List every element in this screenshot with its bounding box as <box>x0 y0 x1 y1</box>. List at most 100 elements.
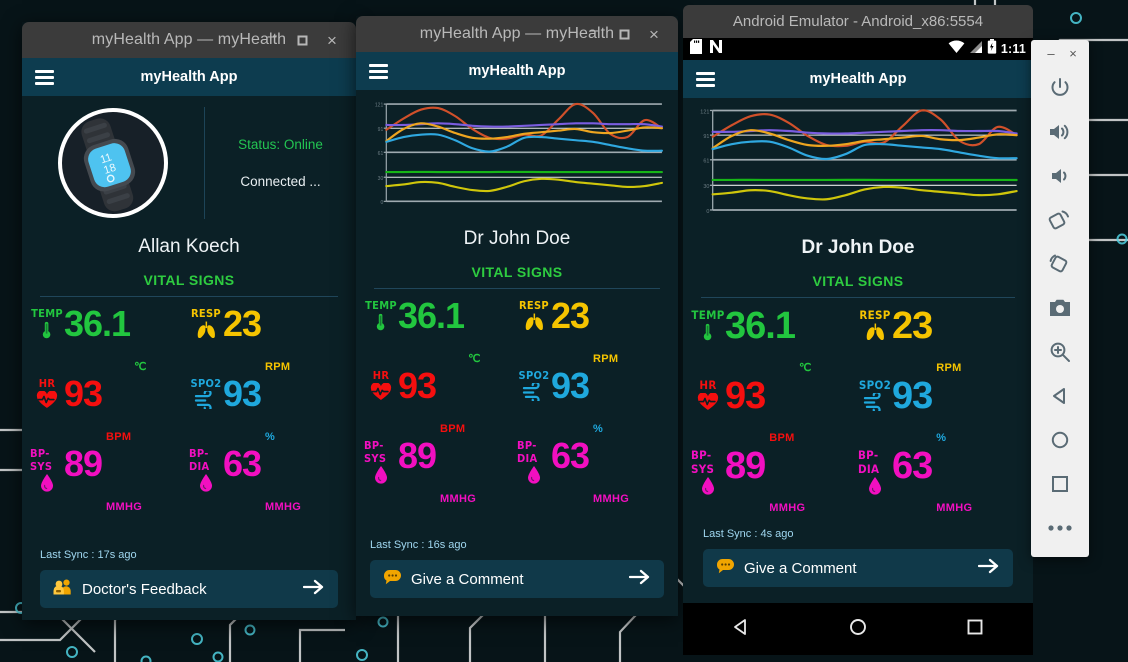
heartbeat-icon <box>697 392 719 416</box>
doctors-feedback-button[interactable]: Doctor's Feedback <box>40 570 338 608</box>
emulator-toolbar[interactable]: – × <box>1031 40 1089 557</box>
close-button[interactable]: × <box>318 27 346 53</box>
vital-unit: % <box>593 423 604 436</box>
vitals-heading: VITAL SIGNS <box>471 264 563 281</box>
vital-card-bp-dia: BP-DIA 63 MMHG <box>189 443 348 517</box>
back-triangle-icon[interactable] <box>731 617 751 642</box>
vital-card-spo2: SPO2 93 % <box>189 373 348 447</box>
hamburger-menu-icon[interactable] <box>369 63 388 79</box>
vitals-row: BP-SYS 89 MMHG BP-DIA 63 MMHG <box>364 438 670 509</box>
vital-card-hr: HR 93 BPM <box>364 368 517 439</box>
blood-drop-icon <box>868 476 882 500</box>
vitals-grid: TEMP 36.1 ℃ RESP 23 RPM HR 93 BPM SPO2 9… <box>356 289 678 509</box>
smartwatch-photo: 11 18 <box>58 108 168 218</box>
vital-label: HR <box>699 377 717 392</box>
vital-unit: ℃ <box>798 361 812 374</box>
minimize-button[interactable]: – <box>258 27 286 53</box>
vitals-trend-chart: 0 30 61 91 121 <box>700 109 1018 215</box>
vitals-row: TEMP 36.1 ℃ RESP 23 RPM <box>30 305 348 377</box>
vital-unit: BPM <box>106 431 132 443</box>
vital-label: RESP <box>191 307 221 320</box>
vital-value: 89 <box>725 444 766 487</box>
vital-card-hr: HR 93 BPM <box>30 375 189 447</box>
window2-titlebar[interactable]: myHealth App — myHealth – × <box>356 16 678 52</box>
status-online-text: Status: Online <box>238 137 323 152</box>
vital-label-box: HR <box>691 378 725 416</box>
window2-app-title: myHealth App <box>468 63 566 79</box>
toolbar-close-button[interactable]: × <box>1065 46 1081 61</box>
screenshot-camera-icon[interactable] <box>1031 286 1089 330</box>
hamburger-menu-icon[interactable] <box>696 71 715 87</box>
vitals-chart-wrap: 0 30 61 91 121 <box>683 98 1033 225</box>
svg-text:91: 91 <box>378 127 384 133</box>
window1-controls[interactable]: – × <box>258 27 356 53</box>
svg-text:0: 0 <box>380 200 383 206</box>
vitals-row: TEMP 36.1 ℃ RESP 23 RPM <box>364 295 670 369</box>
maximize-button[interactable] <box>610 21 638 47</box>
zoom-in-icon[interactable] <box>1031 330 1089 374</box>
volume-up-icon[interactable] <box>1031 110 1089 154</box>
vital-card-spo2: SPO2 93 % <box>858 377 1025 448</box>
toolbar-window-controls[interactable]: – × <box>1031 40 1089 66</box>
window-myhealth-app-2[interactable]: myHealth App — myHealth – × myHealth App… <box>356 16 678 616</box>
give-comment-button[interactable]: Give a Comment <box>370 560 664 598</box>
cta-label: Doctor's Feedback <box>82 580 207 598</box>
hamburger-menu-icon[interactable] <box>35 69 54 85</box>
vital-unit: ℃ <box>134 361 147 373</box>
vital-label: RESP <box>859 307 891 322</box>
power-icon[interactable] <box>1031 66 1089 110</box>
maximize-button[interactable] <box>288 27 316 53</box>
vitals-row: BP-SYS 89 MMHG BP-DIA 63 MMHG <box>30 443 348 517</box>
window1-titlebar[interactable]: myHealth App — myHealth – × <box>22 22 356 58</box>
emulator-screen: 0 30 61 91 121 Dr John Doe VITAL SIGNS TEMP … <box>683 98 1033 603</box>
blood-drop-icon <box>374 466 388 489</box>
vital-unit: MMHG <box>265 501 302 513</box>
vital-label-box: RESP <box>858 308 892 346</box>
emulator-titlebar[interactable]: Android Emulator - Android_x86:5554 <box>683 5 1033 38</box>
window2-controls[interactable]: – × <box>580 21 678 47</box>
emulator-title: Android Emulator - Android_x86:5554 <box>732 13 984 30</box>
vitals-row: TEMP 36.1 ℃ RESP 23 RPM <box>691 304 1025 378</box>
rotate-left-icon[interactable] <box>1031 198 1089 242</box>
android-nav-bar[interactable] <box>683 603 1033 655</box>
recents-square-icon[interactable] <box>965 617 985 642</box>
minimize-button[interactable]: – <box>580 21 608 47</box>
window-myhealth-app-1[interactable]: myHealth App — myHealth – × myHealth App <box>22 22 356 620</box>
vital-label-box: TEMP <box>691 308 725 346</box>
sd-card-icon <box>690 39 702 59</box>
more-icon[interactable] <box>1031 506 1089 550</box>
lungs-icon <box>196 321 217 344</box>
vital-label-box: BP-DIA <box>517 439 551 489</box>
svg-text:121: 121 <box>700 109 709 115</box>
vital-label: TEMP <box>691 307 725 322</box>
vital-value: 23 <box>892 304 933 347</box>
window1-content: 11 18 Status: Online Connected ... Allan… <box>22 96 356 620</box>
android-emulator-window[interactable]: Android Emulator - Android_x86:5554 1:11… <box>683 5 1033 662</box>
vital-value: 93 <box>223 373 262 414</box>
back-icon[interactable] <box>1031 374 1089 418</box>
rotate-right-icon[interactable] <box>1031 242 1089 286</box>
lungs-icon <box>524 313 545 336</box>
toolbar-minimize-button[interactable]: – <box>1043 46 1059 61</box>
vital-card-temp: TEMP 36.1 ℃ <box>364 295 517 369</box>
vital-value: 63 <box>223 443 262 484</box>
vital-unit: RPM <box>593 353 619 366</box>
svg-text:61: 61 <box>703 159 709 165</box>
android-status-bar: 1:11 <box>683 38 1033 60</box>
heartbeat-icon <box>370 382 392 406</box>
close-button[interactable]: × <box>640 21 668 47</box>
comment-bubble-icon <box>383 569 402 590</box>
wind-icon <box>194 389 217 414</box>
volume-down-icon[interactable] <box>1031 154 1089 198</box>
connection-text: Connected ... <box>240 174 321 189</box>
give-comment-button[interactable]: Give a Comment <box>703 549 1013 587</box>
home-icon[interactable] <box>1031 418 1089 462</box>
last-sync-text: Last Sync : 17s ago <box>40 549 137 561</box>
overview-icon[interactable] <box>1031 462 1089 506</box>
vital-unit: BPM <box>769 431 795 444</box>
vital-unit: RPM <box>936 361 962 374</box>
svg-text:61: 61 <box>378 151 384 157</box>
vital-value: 36.1 <box>398 295 465 337</box>
window2-content: 0 30 61 91 121 Dr John Doe VITAL SIGNS TEMP … <box>356 90 678 616</box>
home-circle-icon[interactable] <box>848 617 868 642</box>
